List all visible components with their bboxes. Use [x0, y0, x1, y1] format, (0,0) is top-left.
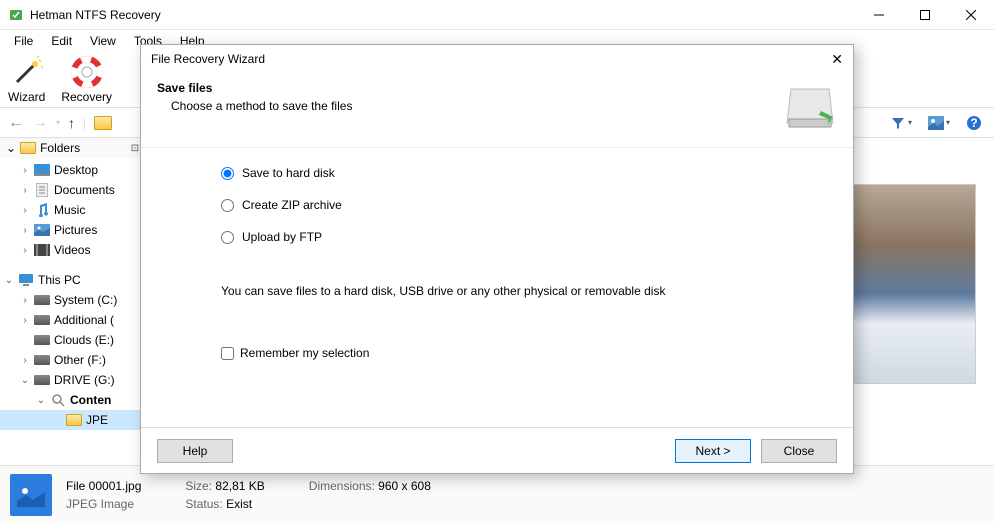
file-name: File 00001.jpg [66, 479, 141, 493]
sidebar-drive-f[interactable]: ›Other (F:) [0, 350, 159, 370]
sidebar-item-music[interactable]: ›Music [0, 200, 159, 220]
sidebar-drive-e[interactable]: Clouds (E:) [0, 330, 159, 350]
back-button[interactable]: ← [8, 114, 24, 132]
hard-disk-icon [783, 81, 837, 135]
filter-dropdown[interactable]: ▾ [886, 113, 916, 133]
chevron-down-icon[interactable]: ⌄ [6, 141, 16, 155]
help-button[interactable]: Help [157, 439, 233, 463]
sidebar-item-videos[interactable]: ›Videos [0, 240, 159, 260]
folder-icon [94, 116, 112, 130]
maximize-button[interactable] [902, 0, 948, 30]
up-button[interactable]: ↑ [68, 115, 75, 131]
dialog-heading: Save files [157, 81, 783, 95]
file-dimensions: 960 x 608 [378, 479, 431, 493]
option-save-hard-disk[interactable]: Save to hard disk [221, 166, 813, 180]
lifebuoy-icon [71, 56, 103, 88]
file-recovery-wizard-dialog: File Recovery Wizard ✕ Save files Choose… [140, 44, 854, 474]
pin-icon[interactable]: ⊡ [131, 143, 139, 154]
dialog-subheading: Choose a method to save the files [157, 99, 783, 113]
radio-save-hard-disk[interactable] [221, 167, 234, 180]
close-button[interactable] [948, 0, 994, 30]
recovery-label: Recovery [61, 90, 112, 104]
option-description: You can save files to a hard disk, USB d… [221, 284, 813, 298]
file-size: 82,81 KB [215, 479, 264, 493]
app-icon [8, 7, 24, 23]
option-upload-ftp[interactable]: Upload by FTP [221, 230, 813, 244]
sidebar-jpeg-folder[interactable]: JPE [0, 410, 159, 430]
minimize-button[interactable] [856, 0, 902, 30]
app-title: Hetman NTFS Recovery [30, 8, 856, 22]
picture-icon [928, 116, 944, 130]
wizard-label: Wizard [8, 90, 45, 104]
sidebar-item-documents[interactable]: ›Documents [0, 180, 159, 200]
sidebar-content-aware[interactable]: ⌄Conten [0, 390, 159, 410]
sidebar-drive-g[interactable]: ⌄DRIVE (G:) [0, 370, 159, 390]
wizard-button[interactable]: Wizard [8, 56, 45, 104]
file-type: JPEG Image [66, 497, 141, 511]
menu-view[interactable]: View [82, 32, 124, 50]
sidebar-drive-c[interactable]: ›System (C:) [0, 290, 159, 310]
sidebar: ⌄ Folders ⊡ × ›Desktop ›Documents ›Music… [0, 138, 160, 465]
wand-icon [11, 56, 43, 88]
menu-file[interactable]: File [6, 32, 41, 50]
recovery-button[interactable]: Recovery [61, 56, 112, 104]
sidebar-item-desktop[interactable]: ›Desktop [0, 160, 159, 180]
remember-checkbox[interactable] [221, 347, 234, 360]
radio-upload-ftp[interactable] [221, 231, 234, 244]
file-thumbnail [10, 474, 52, 516]
help-icon: ? [966, 115, 982, 131]
folder-icon [20, 142, 36, 154]
history-dropdown[interactable]: ▾ [56, 118, 60, 127]
sidebar-item-pictures[interactable]: ›Pictures [0, 220, 159, 240]
view-dropdown[interactable]: ▾ [924, 114, 954, 132]
forward-button[interactable]: → [32, 114, 48, 132]
dialog-close-icon[interactable]: ✕ [831, 51, 843, 68]
preview-thumbnail [848, 184, 976, 384]
radio-create-zip[interactable] [221, 199, 234, 212]
dialog-title: File Recovery Wizard [151, 52, 831, 66]
sidebar-header: ⌄ Folders ⊡ × [0, 138, 159, 158]
sidebar-header-label: Folders [40, 141, 80, 155]
close-button[interactable]: Close [761, 439, 837, 463]
option-create-zip[interactable]: Create ZIP archive [221, 198, 813, 212]
sidebar-item-thispc[interactable]: ⌄This PC [0, 270, 159, 290]
remember-selection[interactable]: Remember my selection [221, 346, 813, 360]
funnel-icon [890, 115, 906, 131]
file-status: Exist [226, 497, 252, 511]
menu-edit[interactable]: Edit [43, 32, 80, 50]
titlebar: Hetman NTFS Recovery [0, 0, 994, 30]
svg-text:?: ? [970, 116, 977, 130]
help-icon-button[interactable]: ? [962, 113, 986, 133]
sidebar-drive-d[interactable]: ›Additional ( [0, 310, 159, 330]
next-button[interactable]: Next > [675, 439, 751, 463]
